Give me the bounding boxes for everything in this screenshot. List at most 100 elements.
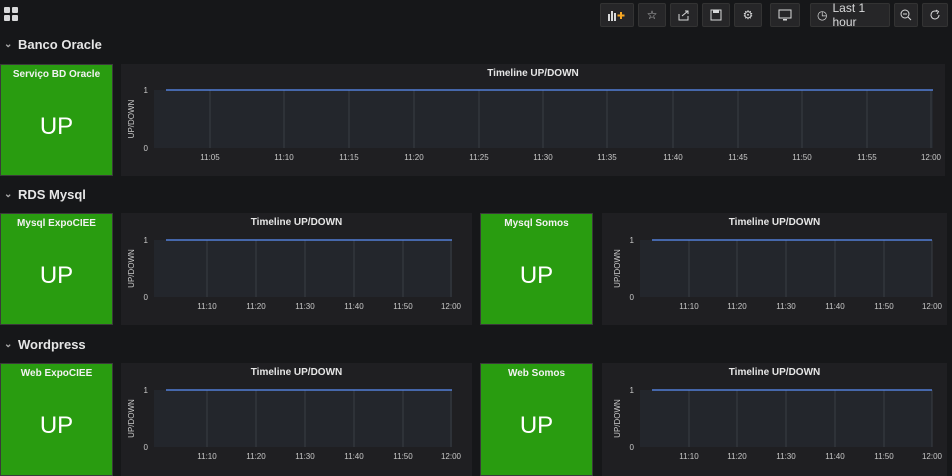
graph-panel-mysql-expociee[interactable]: Timeline UP/DOWN UP/DOWN 0 1 11:10 11:20 11:3… (121, 213, 472, 325)
x-tick-label: 11:50 (393, 302, 413, 311)
x-tick-label: 11:35 (597, 153, 617, 162)
x-tick-label: 11:50 (792, 153, 812, 162)
y-tick-label: 1 (144, 236, 149, 245)
x-tick-label: 11:40 (344, 452, 364, 461)
timeline-chart: UP/DOWN 0 1 11:10 11:20 11:30 11:40 11:50 12:00 (613, 386, 943, 461)
stat-panel-mysql-somos[interactable]: Mysql Somos UP (480, 213, 593, 325)
x-tick-label: 11:30 (776, 302, 796, 311)
graph-panel-mysql-somos[interactable]: Timeline UP/DOWN UP/DOWN 0 1 11:10 11:20 11:3… (602, 213, 947, 325)
row-header-banco-oracle[interactable]: ⌄ Banco Oracle (4, 34, 102, 54)
chevron-down-icon: ⌄ (4, 38, 13, 50)
x-tick-label: 11:30 (295, 452, 315, 461)
x-tick-label: 11:45 (728, 153, 748, 162)
y-axis-label: UP/DOWN (613, 249, 622, 288)
stat-title: Mysql ExpoCIEE (17, 218, 96, 229)
tv-mode-button[interactable] (770, 3, 800, 27)
x-tick-label: 11:30 (295, 302, 315, 311)
dashboard-grid-icon[interactable] (4, 7, 18, 21)
zoom-out-button[interactable] (894, 3, 918, 27)
stat-panel-web-expociee[interactable]: Web ExpoCIEE UP (0, 363, 113, 476)
timeline-chart: UP/DOWN 0 1 11:10 11:20 11:30 11:40 11:50 12:00 (127, 236, 462, 311)
plot-area (154, 390, 452, 447)
stat-value: UP (519, 412, 554, 439)
x-tick-label: 11:40 (344, 302, 364, 311)
x-tick-label: 11:30 (776, 452, 796, 461)
save-button[interactable] (702, 3, 730, 27)
star-button[interactable]: ☆ (638, 3, 666, 27)
clock-icon: ◷ (817, 8, 828, 22)
row-title: Banco Oracle (18, 36, 102, 52)
y-axis-label: UP/DOWN (127, 399, 136, 438)
timeline-chart: UP/DOWN 0 1 11:10 11:20 11:30 11:40 11:50 12:00 (127, 386, 462, 461)
x-tick-label: 11:20 (246, 302, 266, 311)
x-tick-label: 11:20 (404, 153, 424, 162)
y-tick-label: 1 (144, 386, 149, 395)
x-tick-label: 11:10 (274, 153, 294, 162)
x-tick-label: 11:50 (874, 302, 894, 311)
x-tick-label: 11:30 (533, 153, 553, 162)
stat-value: UP (39, 262, 74, 289)
chevron-down-icon: ⌄ (4, 188, 13, 200)
plot-area (154, 240, 452, 297)
y-tick-label: 0 (630, 443, 635, 452)
graph-panel-oracle[interactable]: Timeline UP/DOWN UP/DOWN 0 1 11:05 11:10 11:1… (121, 64, 945, 176)
add-panel-button[interactable] (600, 3, 634, 27)
stat-value: UP (519, 262, 554, 289)
x-tick-label: 12:00 (921, 153, 942, 162)
share-button[interactable] (670, 3, 698, 27)
time-picker-button[interactable]: ◷ Last 1 hour (810, 1, 890, 29)
x-tick-label: 12:00 (441, 302, 462, 311)
stat-panel-web-somos[interactable]: Web Somos UP (480, 363, 593, 476)
x-tick-label: 11:50 (874, 452, 894, 461)
x-tick-label: 11:10 (197, 302, 217, 311)
refresh-icon (930, 9, 940, 20)
y-axis-label: UP/DOWN (127, 249, 136, 288)
y-tick-label: 1 (144, 86, 149, 95)
x-tick-label: 11:10 (197, 452, 217, 461)
timeline-chart: UP/DOWN 0 1 11:05 11:10 11:15 11:20 11:25 11:30 1… (127, 86, 942, 162)
row-header-wordpress[interactable]: ⌄ Wordpress (4, 334, 86, 354)
chevron-down-icon: ⌄ (4, 338, 13, 350)
y-tick-label: 0 (144, 443, 149, 452)
x-tick-label: 11:05 (200, 153, 220, 162)
x-tick-label: 11:50 (393, 452, 413, 461)
x-tick-label: 12:00 (922, 302, 943, 311)
top-navbar: ☆ ⚙ ◷ Last 1 hour (0, 0, 952, 30)
star-icon: ☆ (646, 8, 658, 22)
x-tick-label: 11:25 (469, 153, 489, 162)
time-range-label: Last 1 hour (832, 1, 866, 29)
settings-button[interactable]: ⚙ (734, 3, 762, 27)
save-icon (710, 9, 722, 21)
add-panel-icon (608, 11, 625, 21)
x-tick-label: 11:20 (246, 452, 266, 461)
stat-value: UP (39, 113, 74, 140)
refresh-button[interactable] (922, 3, 948, 27)
stat-title: Web Somos (507, 368, 566, 379)
x-tick-label: 11:40 (825, 452, 845, 461)
timeline-chart: UP/DOWN 0 1 11:10 11:20 11:30 11:40 11:50 12:00 (613, 236, 943, 311)
row-title: Wordpress (18, 336, 86, 352)
gear-icon: ⚙ (742, 8, 754, 22)
row-header-rds-mysql[interactable]: ⌄ RDS Mysql (4, 184, 86, 204)
x-tick-label: 11:40 (663, 153, 683, 162)
x-tick-label: 11:10 (679, 452, 699, 461)
stat-title: Mysql Somos (504, 218, 569, 229)
stat-panel-mysql-expociee[interactable]: Mysql ExpoCIEE UP (0, 213, 113, 325)
y-axis-label: UP/DOWN (127, 99, 136, 138)
y-tick-label: 0 (630, 293, 635, 302)
stat-value: UP (39, 412, 74, 439)
x-tick-label: 12:00 (922, 452, 943, 461)
monitor-icon (778, 9, 792, 21)
stat-panel-oracle[interactable]: Serviço BD Oracle UP (0, 64, 113, 176)
x-tick-label: 11:20 (727, 452, 747, 461)
share-icon (678, 10, 689, 21)
graph-panel-web-expociee[interactable]: Timeline UP/DOWN UP/DOWN 0 1 11:10 11:20 11:3… (121, 363, 472, 476)
graph-panel-web-somos[interactable]: Timeline UP/DOWN UP/DOWN 0 1 11:10 11:20 11:3… (602, 363, 947, 476)
row-title: RDS Mysql (18, 186, 86, 202)
x-tick-label: 11:55 (857, 153, 877, 162)
x-tick-label: 11:15 (339, 153, 359, 162)
y-tick-label: 1 (630, 386, 635, 395)
x-tick-label: 11:20 (727, 302, 747, 311)
y-tick-label: 0 (144, 144, 149, 153)
y-axis-label: UP/DOWN (613, 399, 622, 438)
